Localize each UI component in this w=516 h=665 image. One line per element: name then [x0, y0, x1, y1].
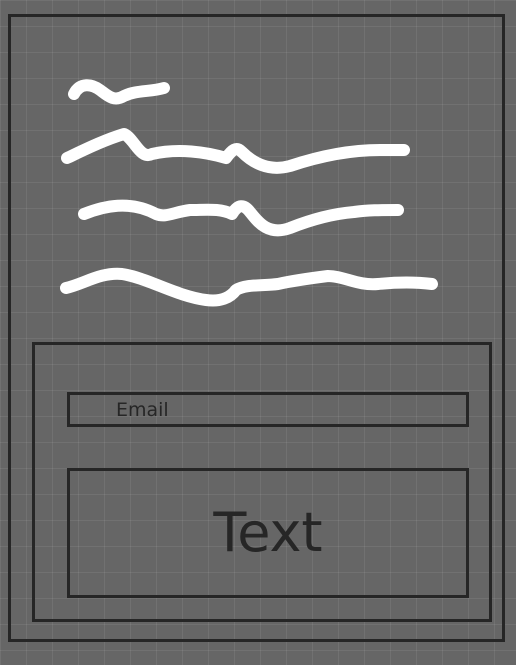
email-input[interactable]	[67, 392, 469, 427]
text-area[interactable]: Text	[67, 468, 469, 598]
text-area-label: Text	[213, 501, 323, 564]
